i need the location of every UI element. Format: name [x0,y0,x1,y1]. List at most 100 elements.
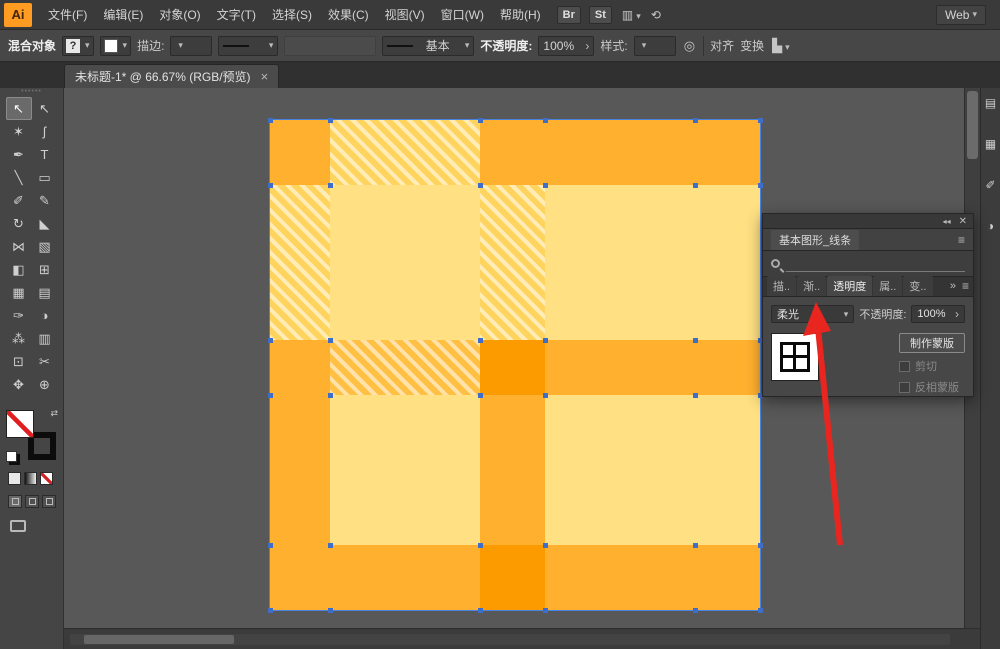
anchor-point[interactable] [268,118,273,123]
plaid-cell[interactable] [480,340,545,395]
free-transform-tool[interactable]: ▧ [32,235,58,258]
plaid-cell[interactable] [330,545,480,610]
panel-menu-icon[interactable] [958,233,965,247]
anchor-point[interactable] [693,608,698,613]
recolor-artwork-icon[interactable]: ◎ [684,38,695,54]
fill-swatch[interactable] [6,410,34,438]
plaid-cell[interactable] [545,395,695,545]
menu-item[interactable]: 文字(T) [209,0,264,30]
anchor-point[interactable] [478,118,483,123]
horizontal-scrollbar[interactable] [70,634,950,645]
gradient-tool[interactable]: ▤ [32,281,58,304]
stock-button[interactable]: St [588,5,612,24]
draw-normal-button[interactable] [8,495,22,508]
collapsed-panel-icon[interactable]: ▤ [983,96,998,111]
plaid-cell[interactable] [545,120,695,185]
plaid-cell[interactable] [480,120,545,185]
blend-mode-select[interactable]: 柔光 [771,305,855,323]
collapsed-panel-icon[interactable]: ▦ [983,137,998,152]
mesh-tool[interactable]: ▦ [6,281,32,304]
menu-item[interactable]: 文件(F) [40,0,95,30]
perspective-grid-tool[interactable]: ⊞ [32,258,58,281]
plaid-cell[interactable] [695,395,760,545]
fill-color-control[interactable]: ? [62,35,94,56]
anchor-point[interactable] [543,338,548,343]
plaid-cell[interactable] [545,340,695,395]
bridge-button[interactable]: Br [556,5,581,24]
collapse-panels-icon[interactable] [943,215,951,227]
menu-item[interactable]: 效果(C) [320,0,377,30]
tab-stroke[interactable]: 描.. [767,276,797,296]
draw-behind-button[interactable] [25,495,39,508]
anchor-point[interactable] [328,118,333,123]
workspace-switcher[interactable]: Web [936,4,986,25]
plaid-cell[interactable] [270,340,330,395]
hand-tool[interactable]: ✥ [6,373,32,396]
stroke-type-select[interactable]: 基本 [382,35,475,56]
selection-tool[interactable]: ↖ [5,97,32,120]
tab-gradient[interactable]: 渐.. [797,276,827,296]
menu-item[interactable]: 视图(V) [377,0,433,30]
make-mask-button[interactable]: 制作蒙版 [899,333,965,353]
sync-icon[interactable]: ⟲ [651,8,661,22]
brush-definition-select[interactable] [284,35,377,56]
toolbar-grip[interactable] [0,88,63,97]
plaid-cell[interactable] [330,120,480,185]
column-graph-tool[interactable]: ▥ [32,327,58,350]
swap-fill-stroke-icon[interactable] [50,408,58,419]
anchor-point[interactable] [543,118,548,123]
anchor-point[interactable] [478,608,483,613]
plaid-cell[interactable] [270,185,330,340]
anchor-point[interactable] [328,608,333,613]
rectangle-tool[interactable]: ▭ [32,166,58,189]
plaid-cell[interactable] [330,185,480,340]
tab-attributes[interactable]: 属.. [873,276,903,296]
menu-item[interactable]: 窗口(W) [433,0,492,30]
clip-checkbox[interactable]: 剪切 [899,358,965,374]
lasso-tool[interactable]: ʃ [32,120,58,143]
align-link[interactable]: 对齐 [710,37,734,54]
stroke-color-control[interactable] [99,35,132,56]
artboard-tool[interactable]: ⊡ [6,350,32,373]
anchor-point[interactable] [328,393,333,398]
pencil-tool[interactable]: ✎ [32,189,58,212]
plaid-cell[interactable] [695,120,760,185]
scale-tool[interactable]: ◣ [32,212,58,235]
tab-transparency[interactable]: 透明度 [827,276,873,296]
anchor-point[interactable] [693,393,698,398]
default-fill-stroke-icon[interactable] [6,451,17,462]
anchor-point[interactable] [543,183,548,188]
tab-basic-shapes-lines[interactable]: 基本图形_线条 [771,229,860,250]
gradient-button[interactable] [24,472,37,485]
screen-mode-button[interactable] [10,520,26,532]
plaid-cell[interactable] [270,120,330,185]
eyedropper-tool[interactable]: ✑ [6,304,32,327]
transparency-menu-icon[interactable] [962,279,969,293]
anchor-point[interactable] [758,608,763,613]
none-button[interactable] [40,472,53,485]
menu-item[interactable]: 选择(S) [264,0,320,30]
anchor-point[interactable] [268,543,273,548]
close-tab-icon[interactable]: × [261,69,269,84]
plaid-cell[interactable] [270,395,330,545]
plaid-cell[interactable] [480,185,545,340]
horizontal-scrollbar-thumb[interactable] [84,635,234,644]
shape-builder-tool[interactable]: ◧ [6,258,32,281]
anchor-point[interactable] [693,338,698,343]
anchor-point[interactable] [758,118,763,123]
transform-link[interactable]: 变换 [740,37,764,54]
anchor-point[interactable] [328,338,333,343]
magic-wand-tool[interactable]: ✶ [6,120,32,143]
plaid-cell[interactable] [270,545,330,610]
anchor-point[interactable] [328,183,333,188]
close-panel-icon[interactable] [959,215,967,227]
plaid-cell[interactable] [330,340,480,395]
artwork[interactable] [268,118,763,613]
anchor-point[interactable] [543,543,548,548]
slice-tool[interactable]: ✂ [32,350,58,373]
pen-tool[interactable]: ✒ [6,143,32,166]
tab-variables[interactable]: 变.. [903,276,933,296]
anchor-point[interactable] [543,393,548,398]
anchor-point[interactable] [268,183,273,188]
anchor-point[interactable] [693,118,698,123]
